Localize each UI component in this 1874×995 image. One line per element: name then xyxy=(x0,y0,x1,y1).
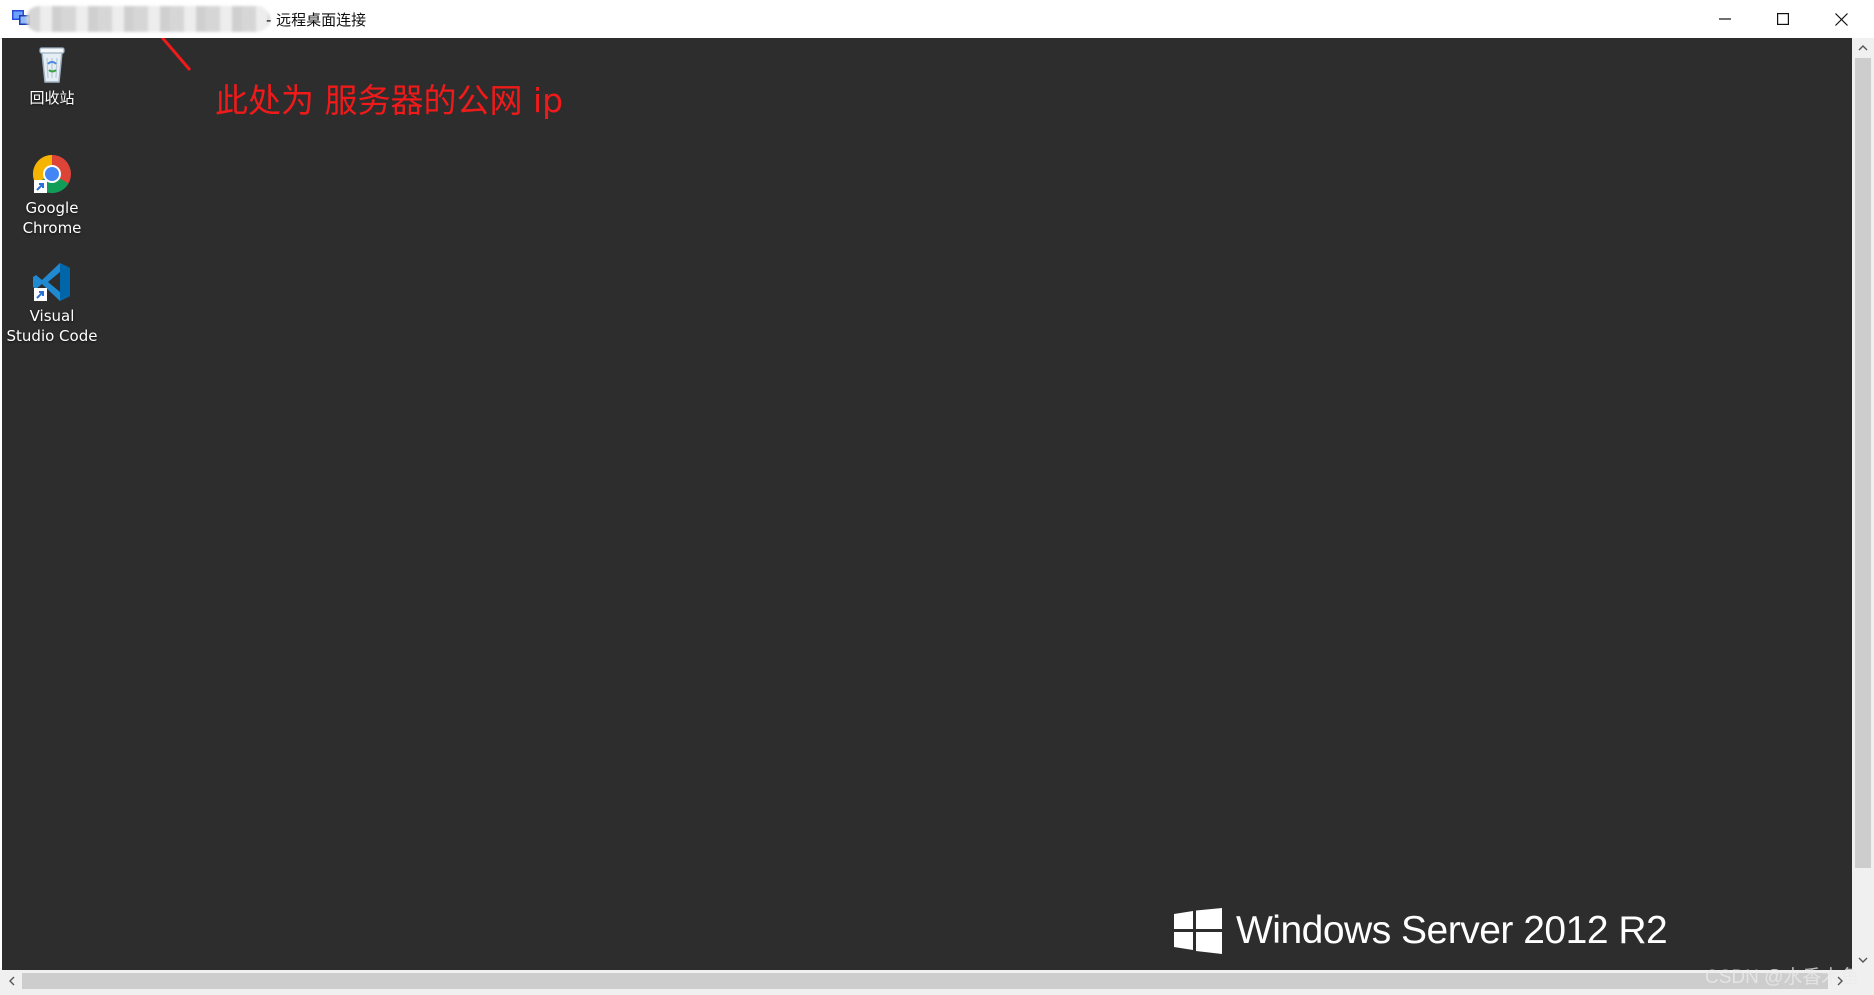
chrome-icon xyxy=(30,152,74,196)
maximize-button[interactable] xyxy=(1754,0,1812,38)
desktop-icon-label: Visual Studio Code xyxy=(6,307,98,345)
desktop-icon-google-chrome[interactable]: Google Chrome xyxy=(4,152,100,238)
window-title: - 远程桌面连接 xyxy=(266,11,367,29)
desktop-icon-recycle-bin[interactable]: 回收站 xyxy=(4,42,100,108)
chevron-left-icon xyxy=(9,976,15,986)
desktop-icon-visual-studio-code[interactable]: Visual Studio Code xyxy=(4,260,100,346)
desktop-icon-label: Google Chrome xyxy=(22,199,82,237)
chevron-up-icon xyxy=(1858,45,1868,51)
vertical-scroll-thumb[interactable] xyxy=(1855,58,1871,868)
windows-server-version: Windows Server 2012 R2 xyxy=(1236,909,1668,952)
windows-server-branding: Windows Server 2012 R2 xyxy=(1174,908,1668,954)
maximize-icon xyxy=(1777,13,1789,25)
scroll-left-button[interactable] xyxy=(2,970,22,992)
remote-desktop-area[interactable]: 回收站 Google Chrome Visual Studio Code 此处为… xyxy=(2,38,1852,970)
remote-desktop-window: - 远程桌面连接 回收站 Google Chrome Visual Studio… xyxy=(0,0,1874,995)
close-icon xyxy=(1834,12,1848,26)
horizontal-scroll-thumb[interactable] xyxy=(22,973,1828,989)
desktop-icon-label: 回收站 xyxy=(29,89,75,107)
windows-logo-icon xyxy=(1174,908,1222,954)
close-button[interactable] xyxy=(1812,0,1870,38)
minimize-icon xyxy=(1719,18,1731,20)
scroll-up-button[interactable] xyxy=(1852,38,1874,58)
minimize-button[interactable] xyxy=(1696,0,1754,38)
annotation-arrow-icon xyxy=(160,38,192,71)
horizontal-scrollbar[interactable] xyxy=(0,970,1852,992)
vertical-scrollbar[interactable] xyxy=(1852,38,1874,970)
title-bar[interactable]: - 远程桌面连接 xyxy=(0,0,1874,39)
csdn-watermark: CSDN @水香木鱼 xyxy=(1705,967,1860,988)
annotation-text: 此处为 服务器的公网 ip xyxy=(215,81,564,120)
vscode-icon xyxy=(30,260,74,304)
blurred-server-ip xyxy=(26,6,270,32)
recycle-bin-icon xyxy=(30,42,74,86)
chevron-down-icon xyxy=(1858,957,1868,963)
